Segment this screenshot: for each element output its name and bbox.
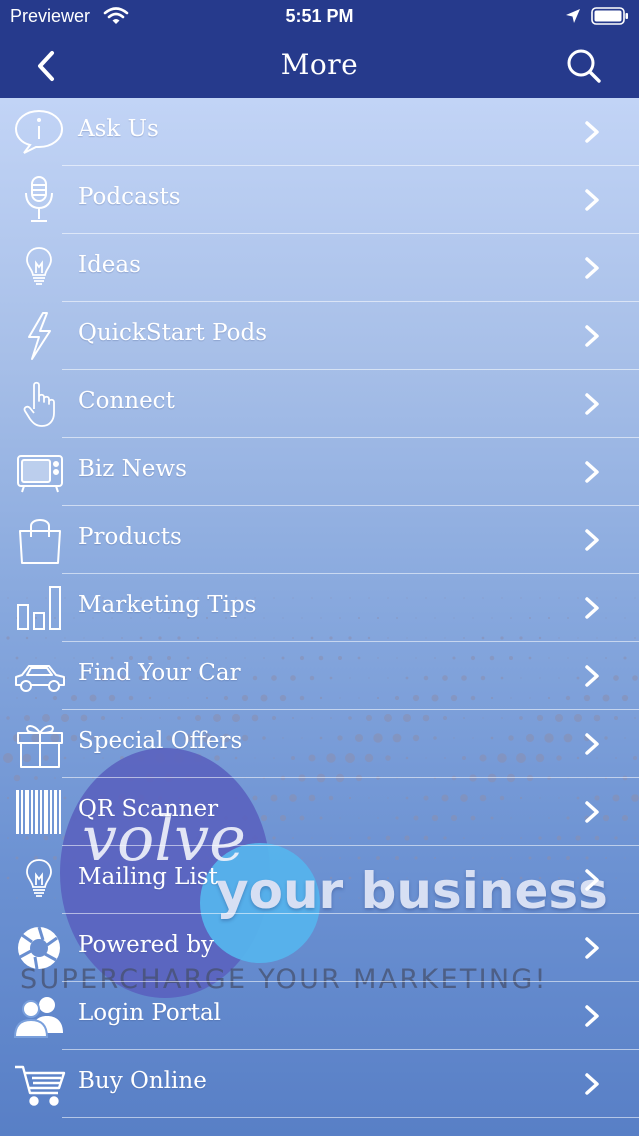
chevron-right-icon <box>582 460 602 484</box>
page-title: More <box>280 48 359 81</box>
menu-item-label: Login Portal <box>78 1000 222 1026</box>
chevron-right-icon <box>582 732 602 756</box>
menu-item-special-offers[interactable]: Special Offers <box>0 710 639 778</box>
users-icon <box>12 991 68 1041</box>
menu-item-products[interactable]: Products <box>0 506 639 574</box>
shopping-cart-icon <box>12 1059 68 1109</box>
location-arrow-icon <box>564 7 582 25</box>
menu-item-mailing-list[interactable]: Mailing List <box>0 846 639 914</box>
search-icon <box>564 46 604 86</box>
menu-item-biz-news[interactable]: Biz News <box>0 438 639 506</box>
lightning-bolt-icon <box>12 311 68 361</box>
more-menu: Ask Us Podcasts Ideas QuickStart Pods Co… <box>0 98 639 1118</box>
lightbulb-icon <box>12 855 68 905</box>
chevron-right-icon <box>582 324 602 348</box>
menu-item-podcasts[interactable]: Podcasts <box>0 166 639 234</box>
chevron-right-icon <box>582 528 602 552</box>
menu-item-label: Mailing List <box>78 864 218 890</box>
search-button[interactable] <box>564 46 604 86</box>
chevron-right-icon <box>582 188 602 212</box>
chevron-right-icon <box>582 120 602 144</box>
menu-item-label: Biz News <box>78 456 187 482</box>
menu-item-login-portal[interactable]: Login Portal <box>0 982 639 1050</box>
chevron-right-icon <box>582 800 602 824</box>
menu-item-label: Products <box>78 524 182 550</box>
navigation-bar: More <box>0 34 639 98</box>
aperture-icon <box>12 923 68 973</box>
chevron-right-icon <box>582 1004 602 1028</box>
menu-item-buy-online[interactable]: Buy Online <box>0 1050 639 1118</box>
gift-icon <box>12 719 68 769</box>
menu-item-label: Ask Us <box>78 116 159 142</box>
chevron-right-icon <box>582 596 602 620</box>
tv-icon <box>12 447 68 497</box>
chevron-right-icon <box>582 936 602 960</box>
menu-item-ask-us[interactable]: Ask Us <box>0 98 639 166</box>
chevron-right-icon <box>582 664 602 688</box>
chevron-right-icon <box>582 1072 602 1096</box>
menu-item-ideas[interactable]: Ideas <box>0 234 639 302</box>
shopping-bag-icon <box>12 515 68 565</box>
menu-list-container[interactable]: volve your business SUPERCHARGE YOUR MAR… <box>0 98 639 1136</box>
info-speech-bubble-icon <box>12 107 68 157</box>
pointing-hand-icon <box>12 379 68 429</box>
menu-item-quickstart-pods[interactable]: QuickStart Pods <box>0 302 639 370</box>
battery-icon <box>591 7 629 25</box>
menu-item-label: Ideas <box>78 252 141 278</box>
menu-item-label: Podcasts <box>78 184 181 210</box>
menu-item-label: QR Scanner <box>78 796 219 822</box>
menu-item-find-your-car[interactable]: Find Your Car <box>0 642 639 710</box>
menu-item-marketing-tips[interactable]: Marketing Tips <box>0 574 639 642</box>
menu-item-label: Connect <box>78 388 175 414</box>
bar-chart-icon <box>12 583 68 633</box>
chevron-right-icon <box>582 392 602 416</box>
menu-item-label: QuickStart Pods <box>78 320 268 346</box>
chevron-right-icon <box>582 256 602 280</box>
menu-item-label: Powered by <box>78 932 215 958</box>
menu-item-connect[interactable]: Connect <box>0 370 639 438</box>
lightbulb-icon <box>12 243 68 293</box>
menu-item-label: Buy Online <box>78 1068 207 1094</box>
clock: 5:51 PM <box>285 6 354 26</box>
menu-item-label: Find Your Car <box>78 660 241 686</box>
status-bar: Previewer 5:51 PM <box>0 0 639 34</box>
menu-item-powered-by[interactable]: Powered by <box>0 914 639 982</box>
car-icon <box>12 651 68 701</box>
menu-item-label: Marketing Tips <box>78 592 257 618</box>
menu-item-qr-scanner[interactable]: QR Scanner <box>0 778 639 846</box>
menu-item-label: Special Offers <box>78 728 243 754</box>
chevron-right-icon <box>582 868 602 892</box>
microphone-icon <box>12 175 68 225</box>
barcode-icon <box>12 787 68 837</box>
